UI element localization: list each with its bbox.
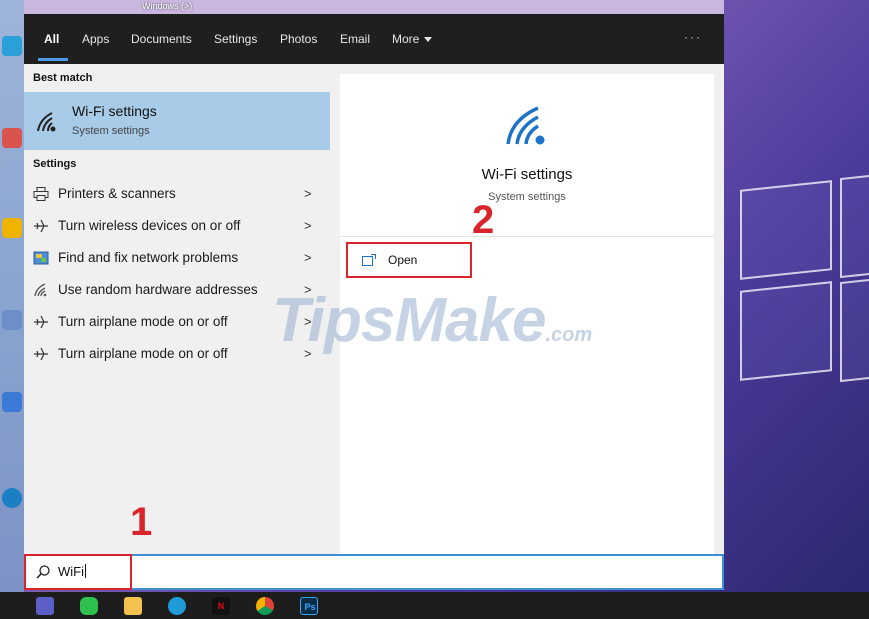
- tab-all[interactable]: All: [44, 32, 59, 46]
- desktop-icon-column: [0, 0, 24, 592]
- wifi-icon: [506, 106, 545, 145]
- windows-logo-pane: [840, 277, 869, 383]
- photoshop-taskbar-icon[interactable]: Ps: [300, 597, 318, 615]
- result-label: Printers & scanners: [58, 186, 176, 201]
- desktop-label: Windows (>): [142, 1, 193, 11]
- airplane-icon: [34, 219, 48, 233]
- wifi-icon: [37, 112, 56, 132]
- netflix-taskbar-icon[interactable]: N: [212, 597, 230, 615]
- more-options-icon[interactable]: ···: [684, 30, 702, 44]
- desktop-top-strip: Windows (>): [24, 0, 724, 14]
- edge-taskbar-icon[interactable]: [168, 597, 186, 615]
- watermark-suffix: .com: [545, 324, 593, 346]
- search-icon: [36, 565, 50, 579]
- callout-number-2: 2: [472, 198, 495, 242]
- tab-settings[interactable]: Settings: [214, 32, 257, 46]
- edge-desktop-icon[interactable]: [2, 488, 22, 508]
- tab-email[interactable]: Email: [340, 32, 370, 46]
- desktop-app-icon[interactable]: [2, 310, 22, 330]
- search-input[interactable]: WiFi: [58, 564, 86, 579]
- result-label: Turn wireless devices on or off: [58, 218, 241, 233]
- search-box[interactable]: WiFi: [24, 554, 724, 590]
- open-button[interactable]: Open: [346, 242, 472, 278]
- desktop-app-icon[interactable]: [2, 218, 22, 238]
- search-value: WiFi: [58, 564, 84, 579]
- tab-photos[interactable]: Photos: [280, 32, 317, 46]
- result-label: Find and fix network problems: [58, 250, 239, 265]
- tab-documents[interactable]: Documents: [131, 32, 192, 46]
- result-network-problems[interactable]: Find and fix network problems >: [24, 243, 330, 273]
- chevron-right-icon: >: [304, 218, 312, 233]
- result-printers-scanners[interactable]: Printers & scanners >: [24, 179, 330, 209]
- windows-logo-pane: [740, 281, 832, 381]
- taskbar: N Ps: [0, 592, 869, 619]
- chevron-right-icon: >: [304, 250, 312, 265]
- open-icon: [362, 254, 376, 266]
- wifi-icon: [34, 283, 47, 297]
- best-match-subtitle: System settings: [72, 125, 150, 137]
- best-match-title: Wi-Fi settings: [72, 103, 157, 119]
- text-caret: [85, 564, 86, 578]
- telegram-desktop-icon[interactable]: [2, 36, 22, 56]
- open-label: Open: [388, 253, 418, 267]
- chrome-taskbar-icon[interactable]: [256, 597, 274, 615]
- preview-title: Wi-Fi settings: [481, 166, 573, 183]
- search-tab-bar: All Apps Documents Settings Photos Email…: [24, 14, 724, 64]
- watermark-text: TipsMake: [272, 286, 546, 355]
- result-label: Use random hardware addresses: [58, 282, 258, 297]
- windows-logo-pane: [740, 180, 832, 280]
- best-match-result[interactable]: Wi-Fi settings System settings: [24, 92, 330, 150]
- tab-more[interactable]: More: [392, 32, 433, 46]
- line-taskbar-icon[interactable]: [80, 597, 98, 615]
- tab-more-label: More: [392, 32, 420, 46]
- tab-apps[interactable]: Apps: [82, 32, 109, 46]
- teams-taskbar-icon[interactable]: [36, 597, 54, 615]
- watermark: TipsMake.com: [272, 285, 592, 356]
- printer-icon: [33, 187, 49, 201]
- desktop-app-icon[interactable]: [2, 392, 22, 412]
- airplane-icon: [34, 347, 48, 361]
- callout-number-1: 1: [130, 500, 153, 544]
- best-match-heading: Best match: [33, 72, 93, 84]
- chevron-right-icon: >: [304, 186, 312, 201]
- caret-down-icon: [424, 37, 433, 43]
- airplane-icon: [34, 315, 48, 329]
- netflix-label: N: [217, 601, 225, 611]
- result-label: Turn airplane mode on or off: [58, 346, 228, 361]
- active-tab-indicator: [38, 58, 68, 61]
- desktop-app-icon[interactable]: [2, 128, 22, 148]
- troubleshoot-icon: [33, 251, 49, 265]
- photoshop-label: Ps: [304, 602, 316, 612]
- windows-logo-pane: [840, 173, 869, 279]
- result-wireless-devices[interactable]: Turn wireless devices on or off >: [24, 211, 330, 241]
- preview-subtitle: System settings: [488, 191, 566, 203]
- settings-heading: Settings: [33, 158, 77, 170]
- file-explorer-taskbar-icon[interactable]: [124, 597, 142, 615]
- divider: [340, 236, 714, 237]
- result-label: Turn airplane mode on or off: [58, 314, 228, 329]
